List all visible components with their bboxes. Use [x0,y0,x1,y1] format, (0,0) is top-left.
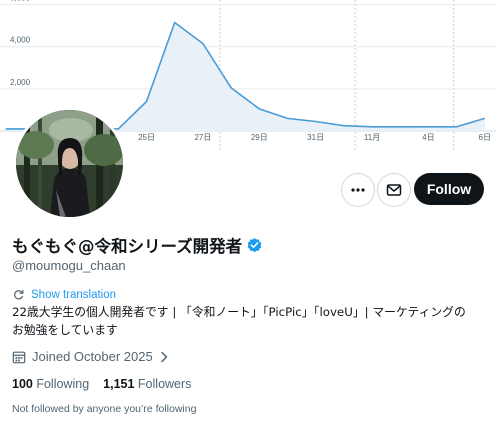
message-button[interactable] [377,173,411,207]
chevron-right-icon [160,351,167,362]
calendar-icon [12,351,26,363]
profile-handle: @moumogu_chaan [12,258,126,273]
followers-link[interactable]: 1,151 Followers [103,377,191,391]
follow-stats: 100 Following 1,151 Followers [12,377,191,391]
profile-bio: 22歳大学生の個人開発者です | 「令和ノート」「PicPic」「loveU」|… [12,303,492,339]
followers-label: Followers [137,377,192,391]
bio-line: 22歳大学生の個人開発者です | 「令和ノート」「PicPic」「loveU」|… [12,305,466,319]
not-followed-note: Not followed by anyone you’re following [12,403,197,415]
chart-x-tick-label: 11月 [364,133,380,142]
display-name-row: もぐもぐ@令和シリーズ開発者 [12,233,263,257]
bio-line: お勉強をしています [12,323,118,337]
show-translation-link[interactable]: Show translation [12,288,116,301]
following-link[interactable]: 100 Following [12,377,89,391]
chart-y-tick-label: 2,000 [10,78,31,87]
chart-y-tick-label: 4,000 [10,36,31,45]
chart-x-tick-label: 6日 [479,133,491,142]
more-horizontal-icon [351,188,365,192]
show-translation-label: Show translation [31,288,117,301]
avatar-photo [16,110,123,217]
chart-x-tick-label: 31日 [307,133,324,142]
followers-count: 1,151 [103,377,135,391]
envelope-icon [386,184,402,196]
following-label: Following [36,377,90,391]
following-count: 100 [12,377,33,391]
chart-x-tick-label: 29日 [251,133,268,142]
follow-button[interactable]: Follow [414,173,484,205]
joined-date-row[interactable]: Joined October 2025 [12,349,169,364]
chart-y-tick-label: 6,000 [10,0,31,3]
joined-date: Joined October 2025 [32,349,153,364]
profile-avatar[interactable] [13,107,126,220]
more-options-button[interactable] [341,173,375,207]
refresh-icon [14,289,24,300]
chart-x-tick-label: 27日 [194,133,211,142]
chart-x-tick-label: 4日 [422,133,434,142]
chart-x-tick-label: 25日 [138,133,155,142]
display-name: もぐもぐ@令和シリーズ開発者 [12,237,243,256]
verified-badge-icon[interactable] [246,237,263,254]
